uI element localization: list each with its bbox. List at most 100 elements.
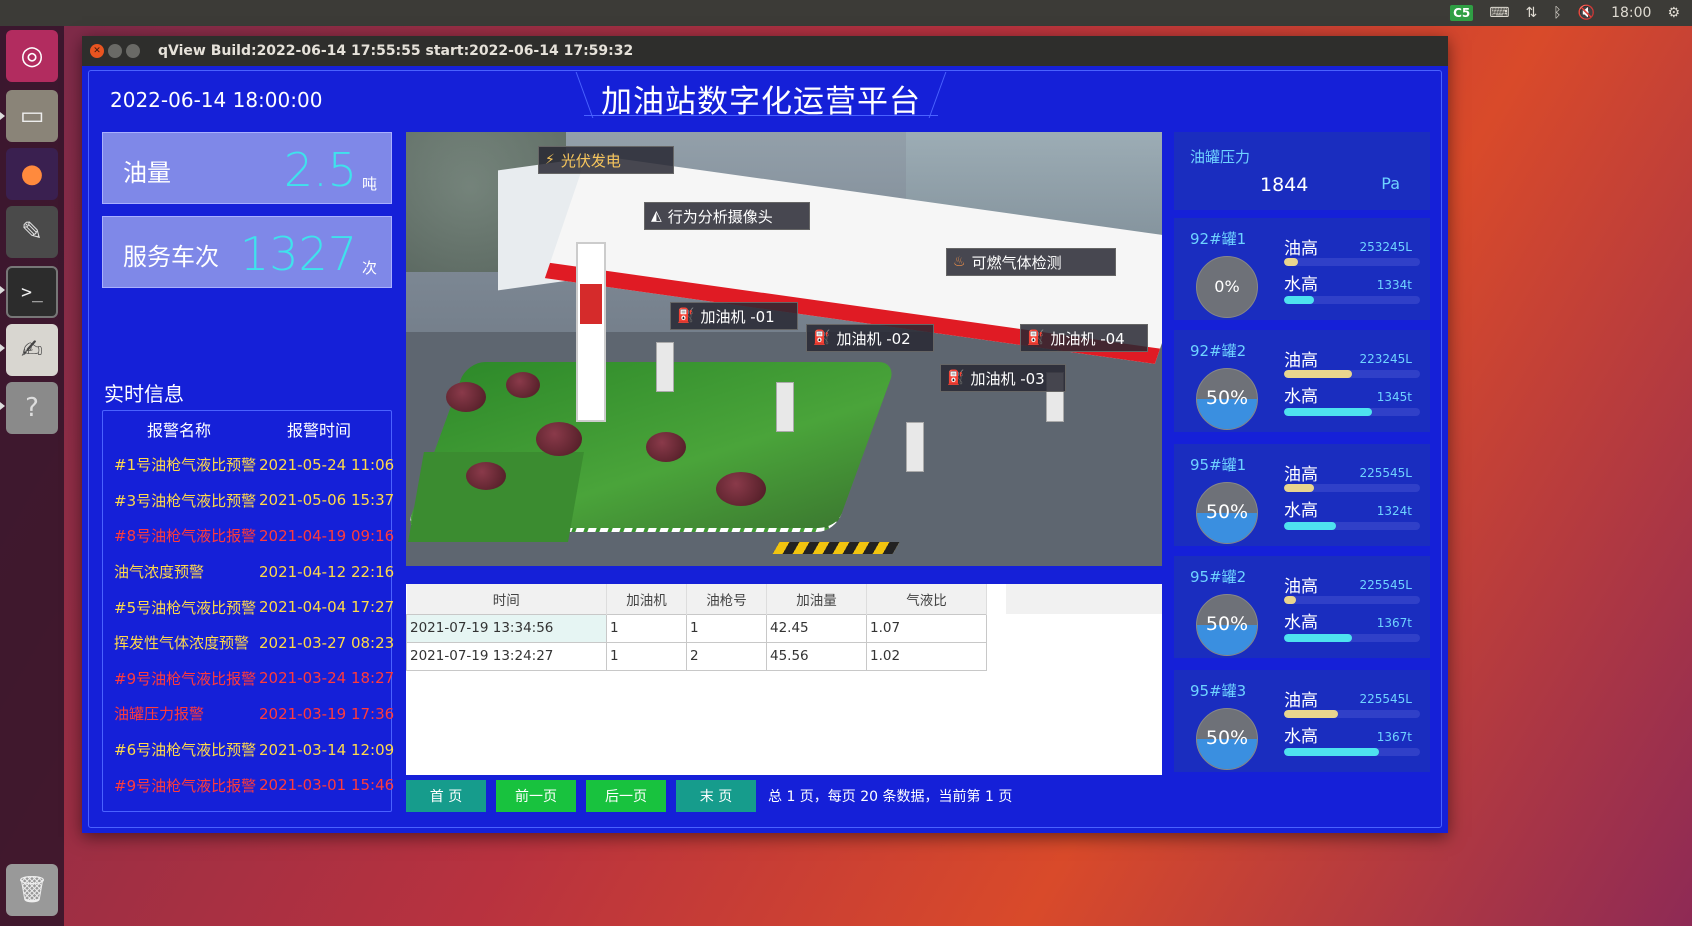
hazard-stripe [772, 542, 900, 554]
tank-pressure-unit: Pa [1381, 174, 1400, 193]
alarm-row[interactable]: #3号油枪气液比预警 2021-05-06 15:37 [103, 483, 395, 519]
next-page-button[interactable]: 后一页 [586, 780, 666, 812]
shrub [536, 422, 582, 456]
refuel-records-table[interactable]: 时间 加油机 油枪号 加油量 气液比 2021-07-19 13:34:56 1 1 42.4… [406, 584, 1162, 775]
column-header[interactable]: 气液比 [866, 584, 987, 614]
close-icon[interactable]: ✕ [90, 44, 104, 58]
tank-name: 92#罐1 [1190, 230, 1247, 248]
oil-height-label: 油高 [1284, 577, 1318, 597]
table-cell[interactable]: 1 [606, 641, 687, 671]
table-cell[interactable]: 2 [686, 641, 767, 671]
settings-icon[interactable]: ✎ [6, 206, 58, 258]
alarm-row[interactable]: #5号油枪气液比预警 2021-04-04 17:27 [103, 589, 394, 625]
water-height-label: 水高 [1284, 613, 1318, 633]
alarm-row[interactable]: #6号油枪气液比预警 2021-03-14 12:09 [103, 732, 394, 768]
clock[interactable]: 18:00 [1611, 5, 1651, 21]
alarm-list: 报警名称 报警时间 #1号油枪气液比预警 2021-05-24 11:06 #3号油… [102, 410, 395, 812]
tank-level-percent: 50% [1205, 613, 1249, 635]
volume-muted-icon[interactable]: 🔇 [1578, 5, 1595, 21]
network-icon[interactable]: ⇅ [1526, 5, 1538, 21]
column-header[interactable]: 时间 [406, 584, 607, 614]
water-height-fill [1284, 296, 1314, 304]
alarm-row[interactable]: #9号油枪气液比报警 2021-03-01 15:46 [103, 767, 395, 803]
alarm-col-time: 报警时间 [286, 421, 351, 440]
tank-card: 95#罐1 50% 油高 225545L 水高 1324t [1174, 444, 1430, 546]
table-row[interactable]: 2021-07-19 13:24:27 1 2 45.56 1.02 [406, 641, 987, 671]
water-height-label: 水高 [1284, 727, 1318, 747]
realtime-title: 实时信息 [104, 382, 184, 406]
help-icon[interactable]: ? [6, 382, 58, 434]
pump-04-tag[interactable]: ⛽ 加油机 -04 [1020, 324, 1148, 352]
alarm-time: 2021-03-24 18:27 [259, 669, 395, 688]
files-icon[interactable]: ▭ [6, 90, 58, 142]
window-titlebar[interactable]: ✕ qView Build:2022-06-14 17:55:55 start:… [82, 36, 1448, 66]
pump-04-label: 加油机 -04 [1050, 329, 1125, 348]
table-cell[interactable]: 1 [606, 613, 687, 643]
page-info: 总 1 页，每页 20 条数据，当前第 1 页 [768, 789, 1013, 805]
pump-01-tag[interactable]: ⛽ 加油机 -01 [670, 302, 798, 330]
alarm-row[interactable]: 油罐压力报警 2021-03-19 17:36 [103, 696, 394, 732]
os-top-bar: C5 ⌨ ⇅ ᛒ 🔇 18:00 ⚙ [0, 0, 1692, 26]
terminal-icon[interactable]: >_ [6, 266, 58, 318]
records-grid: 时间 加油机 油枪号 加油量 气液比 2021-07-19 13:34:56 1 1 42.4… [406, 584, 987, 671]
pump-02-tag[interactable]: ⛽ 加油机 -02 [806, 324, 934, 352]
column-header[interactable]: 油枪号 [686, 584, 767, 614]
ubuntu-dash-icon[interactable]: ◎ [6, 30, 58, 82]
oil-height-bar [1284, 370, 1420, 378]
water-height-bar [1284, 296, 1420, 304]
alarm-row[interactable]: #8号油枪气液比报警 2021-04-19 09:16 [103, 518, 394, 554]
alarm-time: 2021-03-01 15:46 [259, 776, 395, 795]
fuel-pump-icon: ⛽ [813, 330, 831, 346]
water-height-bar [1284, 408, 1420, 416]
service-count-label: 服务车次 [123, 243, 219, 271]
column-header[interactable]: 加油机 [606, 584, 687, 614]
alarm-time: 2021-04-12 22:16 [259, 562, 395, 581]
alarm-time: 2021-05-06 15:37 [259, 491, 395, 510]
alarm-row[interactable]: 油气浓度预警 2021-04-12 22:16 [103, 554, 395, 590]
app-window: ✕ qView Build:2022-06-14 17:55:55 start:… [82, 36, 1448, 833]
station-3d-view[interactable]: ⚡ 光伏发电 ◭ 行为分析摄像头 ♨ 可燃气体检测 ⛽ 加油机 -01 ⛽ 加油… [406, 132, 1162, 566]
table-cell[interactable]: 1.02 [866, 641, 987, 671]
tank-pressure-card: 油罐压力 1844 Pa [1174, 132, 1430, 210]
gas-detect-tag[interactable]: ♨ 可燃气体检测 [946, 248, 1116, 276]
tank-name: 95#罐1 [1190, 456, 1247, 474]
first-page-button[interactable]: 首 页 [406, 780, 486, 812]
alarm-row[interactable]: 挥发性气体浓度预警 2021-03-27 08:23 [103, 625, 394, 661]
minimize-icon[interactable] [108, 44, 122, 58]
table-cell[interactable]: 45.56 [766, 641, 867, 671]
pump-03-tag[interactable]: ⛽ 加油机 -03 [940, 364, 1066, 392]
prev-page-button[interactable]: 前一页 [496, 780, 576, 812]
maximize-icon[interactable] [126, 44, 140, 58]
tank-name: 95#罐2 [1190, 568, 1247, 586]
tank-pressure-label: 油罐压力 [1190, 148, 1251, 166]
window-title: qView Build:2022-06-14 17:55:55 start:20… [158, 43, 634, 59]
tank-level-gauge: 50% [1196, 594, 1258, 656]
app-indicator[interactable]: C5 [1450, 5, 1474, 21]
oil-height-bar [1284, 710, 1420, 718]
camera-tag[interactable]: ◭ 行为分析摄像头 [644, 202, 810, 230]
power-gear-icon[interactable]: ⚙ [1667, 5, 1680, 21]
table-cell[interactable]: 1 [686, 613, 767, 643]
solar-tag[interactable]: ⚡ 光伏发电 [538, 146, 674, 174]
column-header[interactable]: 加油量 [766, 584, 867, 614]
alarm-row[interactable]: #1号油枪气液比预警 2021-05-24 11:06 [103, 447, 394, 483]
table-row[interactable]: 2021-07-19 13:34:56 1 1 42.45 1.07 [406, 613, 987, 643]
alarm-col-name: 报警名称 [146, 421, 211, 440]
firefox-icon[interactable]: ● [6, 148, 58, 200]
tank-card: 92#罐1 0% 油高 253245L 水高 1334t [1174, 218, 1430, 320]
text-editor-icon[interactable]: ✍ [6, 324, 58, 376]
table-cell[interactable]: 2021-07-19 13:24:27 [406, 641, 607, 671]
keyboard-icon[interactable]: ⌨ [1489, 5, 1509, 21]
last-page-button[interactable]: 末 页 [676, 780, 756, 812]
trash-icon[interactable]: 🗑 [6, 864, 58, 916]
oil-height-fill [1284, 258, 1298, 266]
page-title: 加油站数字化运营平台 [601, 84, 921, 120]
bluetooth-icon[interactable]: ᛒ [1553, 5, 1561, 21]
water-height-value: 1324t [1376, 504, 1412, 518]
table-cell[interactable]: 42.45 [766, 613, 867, 643]
table-cell[interactable]: 2021-07-19 13:34:56 [406, 613, 607, 643]
oil-height-value: 253245L [1359, 240, 1413, 254]
table-cell[interactable]: 1.07 [866, 613, 987, 643]
alarm-row[interactable]: #9号油枪气液比报警 2021-03-24 18:27 [103, 661, 395, 697]
water-height-value: 1367t [1376, 730, 1412, 744]
